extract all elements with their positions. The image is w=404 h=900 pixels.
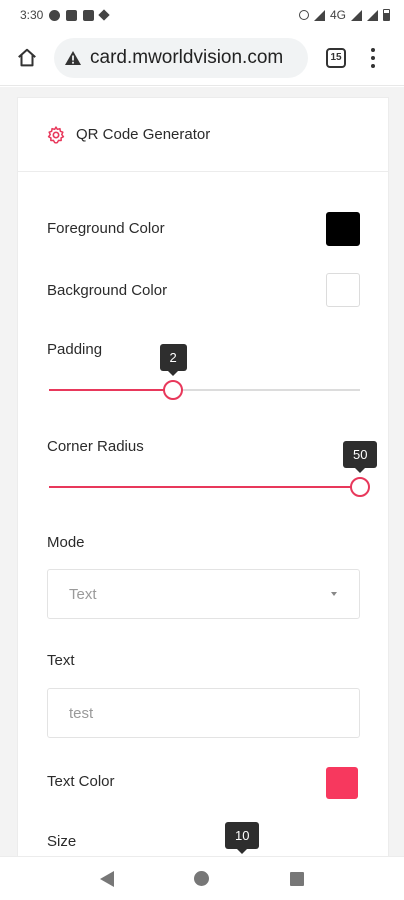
system-nav-bar [0, 856, 404, 900]
signal-icon-2 [367, 9, 378, 21]
network-type: 4G [329, 8, 346, 22]
mode-select[interactable]: Text [47, 569, 360, 619]
text-label: Text [47, 652, 75, 669]
qr-generator-card: QR Code Generator Foreground Color Backg… [17, 97, 389, 856]
volume-icon [66, 9, 78, 21]
app-notification-icon [98, 9, 111, 21]
text-color-swatch[interactable] [326, 767, 358, 799]
background-color-swatch[interactable] [326, 273, 360, 307]
url-text: card.mworldvision.com [90, 46, 284, 68]
notification-icon [49, 9, 61, 21]
tab-switcher-button[interactable]: 15 [326, 47, 346, 68]
warning-icon [65, 50, 81, 65]
recent-apps-icon[interactable] [289, 871, 304, 886]
corner-radius-value-tooltip: 50 [343, 441, 378, 473]
battery-icon [383, 9, 390, 21]
corner-radius-slider[interactable]: 50 [49, 441, 378, 497]
back-icon[interactable] [100, 870, 115, 887]
alarm-icon [298, 10, 309, 20]
foreground-color-swatch[interactable] [326, 212, 360, 246]
text-input[interactable]: test [47, 688, 360, 738]
corner-radius-label: Corner Radius [47, 438, 144, 455]
page-content: QR Code Generator Foreground Color Backg… [0, 87, 404, 856]
overflow-menu-button[interactable] [368, 46, 378, 70]
slider-fill [49, 486, 360, 488]
card-header: QR Code Generator [18, 98, 388, 172]
slider-thumb[interactable] [350, 477, 370, 497]
text-color-label: Text Color [47, 773, 115, 790]
background-color-label: Background Color [47, 282, 168, 299]
home-circle-icon[interactable] [194, 871, 210, 886]
padding-value-tooltip: 2 [159, 344, 187, 376]
message-icon [83, 9, 95, 21]
chevron-down-icon [331, 592, 337, 596]
padding-slider[interactable]: 2 [49, 344, 360, 400]
text-input-value: test [69, 704, 94, 722]
wifi-calling-icon [313, 9, 325, 21]
home-button[interactable] [12, 43, 42, 73]
home-icon [18, 48, 36, 66]
menu-dot [371, 47, 375, 52]
foreground-color-label: Foreground Color [47, 220, 165, 237]
status-bar: 3:30 4G [0, 0, 404, 30]
menu-dot [371, 55, 375, 60]
menu-dot [371, 63, 375, 68]
size-label: Size [47, 833, 77, 850]
slider-thumb[interactable] [163, 380, 183, 400]
slider-fill [49, 389, 173, 391]
clock: 3:30 [20, 8, 44, 22]
mode-selected-value: Text [69, 585, 97, 603]
signal-icon [351, 9, 362, 21]
padding-label: Padding [47, 341, 103, 358]
address-bar[interactable]: card.mworldvision.com [54, 37, 308, 78]
browser-toolbar: card.mworldvision.com 15 [0, 30, 404, 86]
size-value-tooltip: 10 [225, 822, 260, 854]
card-title: QR Code Generator [76, 126, 211, 143]
gear-icon [47, 125, 65, 144]
mode-label: Mode [47, 534, 85, 551]
